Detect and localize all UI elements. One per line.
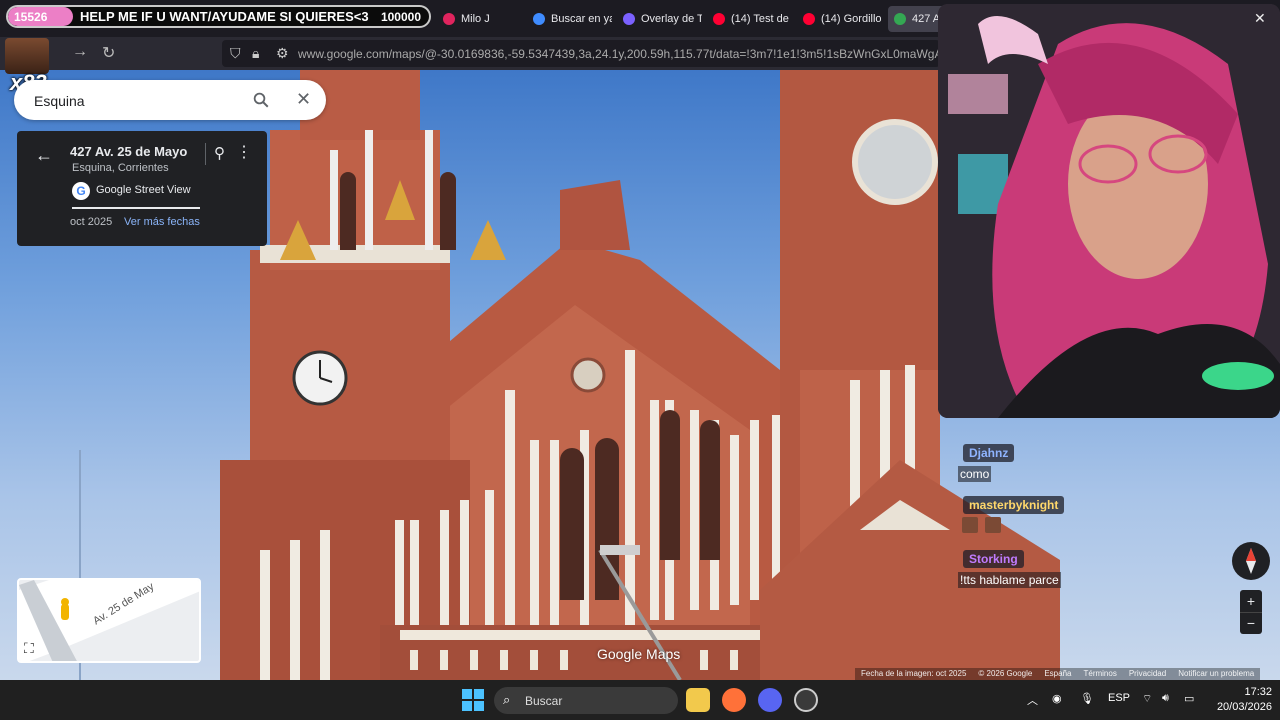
expand-map-icon[interactable]: ⛶ (24, 640, 34, 657)
card-divider (205, 143, 206, 165)
back-arrow-icon[interactable]: ← (35, 145, 53, 166)
location-city: Esquina, Corrientes (72, 162, 169, 174)
tab-test[interactable]: (14) Test de (707, 6, 792, 32)
file-explorer-icon[interactable] (686, 688, 710, 712)
chat-username: Storking (963, 550, 1024, 568)
capture-date: oct 2025 (70, 216, 113, 228)
discord-icon[interactable] (758, 688, 782, 712)
street-view-source: Google Street View (96, 184, 191, 196)
permissions-icon[interactable]: ⚙︎ (276, 45, 289, 62)
url-text[interactable]: www.google.com/maps/@-30.0169836,-59.534… (298, 47, 938, 61)
goal-current-count: 15526 (14, 10, 48, 24)
more-dates-link[interactable]: Ver más fechas (124, 216, 200, 228)
chat-message: !tts hablame parce (958, 572, 1061, 588)
tab-milo-j[interactable]: Milo J (437, 6, 522, 32)
chat-username: masterbyknight (963, 496, 1065, 514)
close-icon[interactable]: ✕ (1254, 10, 1266, 27)
google-maps-watermark: Google Maps (597, 646, 681, 662)
chevron-up-icon[interactable]: ︿ (1027, 692, 1038, 708)
obs-icon[interactable] (794, 688, 818, 712)
address-bar[interactable]: ⛉ 🔒︎ ⚙︎ www.google.com/maps/@-30.0169836… (222, 40, 940, 67)
clock-time: 17:32 (1244, 686, 1272, 698)
chat-username: Djahnz (963, 444, 1015, 462)
compass-control[interactable] (1232, 542, 1270, 580)
reload-icon[interactable]: ↻ (102, 43, 115, 63)
search-tab-icon (533, 13, 545, 25)
search-icon[interactable] (252, 91, 270, 109)
youtube-music-icon (443, 13, 455, 25)
google-maps-pin-icon (894, 13, 906, 25)
tab-buscar[interactable]: Buscar en ya (527, 6, 612, 32)
google-logo-icon: G (72, 182, 90, 200)
footer-terms-link[interactable]: Términos (1083, 669, 1116, 679)
zoom-out-button[interactable]: − (1240, 612, 1262, 634)
windows-taskbar: ⌕ Buscar ︿ ◉ 🎙︎ ESP ⌔ 🔊︎ ▭ 17:32 20/03/2… (0, 680, 1280, 720)
search-icon: ⌕ (503, 692, 511, 707)
goal-target-count: 100000 (380, 10, 421, 24)
firefox-icon[interactable] (722, 688, 746, 712)
footer-report-link[interactable]: Notificar un problema (1178, 669, 1254, 679)
wifi-icon[interactable]: ⌔ (1142, 692, 1152, 706)
minimap-roads (19, 580, 199, 661)
clock-date: 20/03/2026 (1216, 701, 1272, 713)
streamer-webcam-image (938, 4, 1280, 418)
forward-icon[interactable]: → (72, 43, 88, 61)
clear-search-icon[interactable]: ✕ (296, 89, 311, 110)
browser-nav-bar: → ↻ ⛉ 🔒︎ ⚙︎ www.google.com/maps/@-30.016… (0, 37, 940, 70)
stream-goal-bar: 15526 HELP ME IF U WANT/AYUDAME SI QUIER… (6, 5, 431, 28)
windows-start-icon[interactable] (462, 689, 484, 711)
tab-gordillo[interactable]: (14) Gordillo (797, 6, 882, 32)
footer-copyright: © 2026 Google (978, 669, 1033, 678)
maps-footer: Fecha de la imagen: oct 2025 © 2026 Goog… (855, 668, 1261, 680)
microphone-icon[interactable]: 🎙︎ (1080, 692, 1094, 705)
search-input[interactable]: Esquina (34, 93, 85, 109)
lock-icon[interactable]: 🔒︎ (252, 45, 259, 62)
location-address: 427 Av. 25 de Mayo (70, 144, 188, 159)
language-indicator[interactable]: ESP (1108, 692, 1130, 704)
tab-overlay[interactable]: Overlay de T (617, 6, 702, 32)
source-underline (72, 207, 200, 209)
chat-emote (962, 517, 978, 533)
compass-needle-icon (1246, 548, 1256, 574)
footer-privacy-link[interactable]: Privacidad (1129, 669, 1166, 679)
map-pin-icon[interactable]: ⚲ (214, 144, 225, 162)
minimap[interactable]: Av. 25 de May ⛶ (17, 578, 201, 663)
webcam-overlay (938, 4, 1280, 418)
goal-title: HELP ME IF U WANT/AYUDAME SI QUIERES<3 (80, 9, 369, 24)
streamer-avatar-overlay (5, 38, 49, 74)
chat-message: como (958, 466, 992, 482)
location-info-card: ← 427 Av. 25 de Mayo Esquina, Corrientes… (17, 131, 267, 246)
taskbar-search-placeholder: Buscar (525, 694, 563, 708)
zoom-in-button[interactable]: + (1240, 590, 1262, 612)
taskbar-search[interactable]: ⌕ Buscar (494, 687, 678, 714)
volume-icon[interactable]: 🔊︎ (1162, 692, 1169, 705)
zoom-controls: + − (1240, 590, 1262, 634)
maps-search-box[interactable]: Esquina ✕ (14, 80, 326, 120)
footer-region-link[interactable]: España (1044, 669, 1071, 679)
system-clock[interactable]: 17:32 20/03/2026 (1212, 685, 1272, 715)
shield-icon[interactable]: ⛉ (230, 45, 241, 62)
youtube-icon (803, 13, 815, 25)
footer-image-date: Fecha de la imagen: oct 2025 (861, 669, 967, 678)
more-options-icon[interactable]: ⋮ (236, 142, 252, 162)
battery-icon[interactable]: ▭ (1184, 692, 1194, 705)
discord-tray-icon[interactable]: ◉ (1052, 692, 1062, 705)
youtube-icon (713, 13, 725, 25)
shield-tab-icon (623, 13, 635, 25)
chat-emote (985, 517, 1001, 533)
